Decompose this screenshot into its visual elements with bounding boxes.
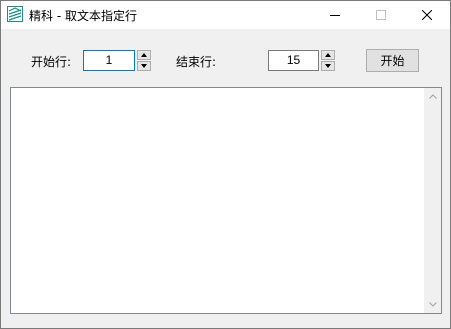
minimize-icon <box>330 15 340 16</box>
chevron-down-icon <box>428 302 437 307</box>
start-line-input[interactable]: 1 <box>83 50 135 71</box>
start-button[interactable]: 开始 <box>366 49 419 72</box>
end-line-spinner[interactable] <box>321 50 335 71</box>
end-line-increment-button[interactable] <box>321 50 335 60</box>
minimize-button[interactable] <box>312 1 358 29</box>
spin-up-icon <box>141 53 147 57</box>
title-bar[interactable]: 精科 - 取文本指定行 <box>1 1 450 29</box>
app-window: 精科 - 取文本指定行 开始行: 1 结束行: 15 开始 <box>0 0 451 329</box>
app-logo-icon <box>7 6 23 22</box>
close-icon <box>422 10 432 20</box>
end-line-label: 结束行: <box>176 55 217 69</box>
maximize-icon <box>376 10 386 20</box>
window-title: 精科 - 取文本指定行 <box>29 9 137 23</box>
start-line-label: 开始行: <box>31 55 72 69</box>
scroll-up-button[interactable] <box>424 88 441 105</box>
start-line-decrement-button[interactable] <box>137 61 151 71</box>
end-line-decrement-button[interactable] <box>321 61 335 71</box>
chevron-up-icon <box>428 94 437 99</box>
close-button[interactable] <box>404 1 450 29</box>
scroll-down-button[interactable] <box>424 296 441 313</box>
end-line-input[interactable]: 15 <box>268 50 319 71</box>
start-line-spinner[interactable] <box>137 50 151 71</box>
start-line-increment-button[interactable] <box>137 50 151 60</box>
maximize-button[interactable] <box>358 1 404 29</box>
vertical-scrollbar[interactable] <box>424 88 441 313</box>
spin-down-icon <box>325 64 331 68</box>
output-textarea[interactable] <box>10 87 442 314</box>
spin-down-icon <box>141 64 147 68</box>
spin-up-icon <box>325 53 331 57</box>
